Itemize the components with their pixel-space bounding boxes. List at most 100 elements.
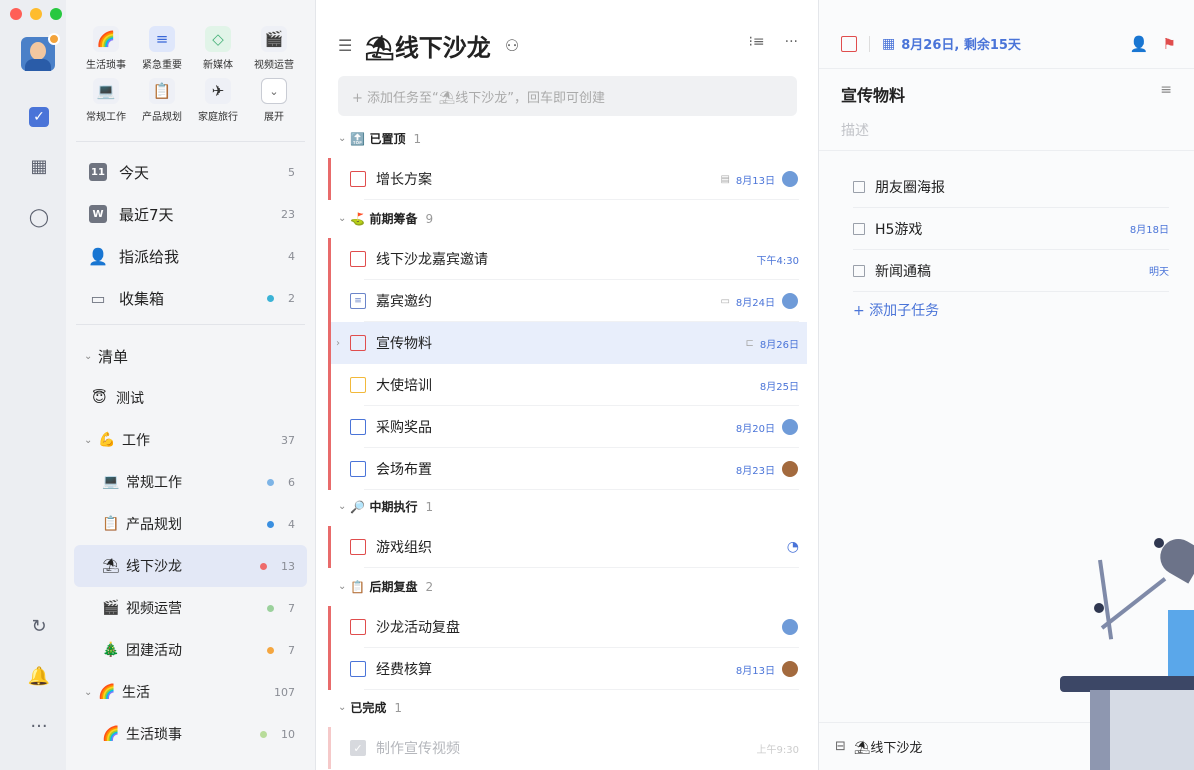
footer-list-name[interactable]: ⛱线下沙龙: [854, 737, 923, 756]
quick-filter[interactable]: ✈ 家庭旅行: [190, 78, 246, 124]
detail-checkbox[interactable]: [841, 35, 857, 52]
subtask-row[interactable]: 新闻通稿 明天: [853, 250, 1169, 292]
smart-list-label: 最近7天: [119, 205, 174, 224]
task-row[interactable]: › 宣传物料 ⊏ 8月26日: [328, 322, 807, 364]
section-header[interactable]: ⌄ ⛳ 前期筹备 9: [338, 210, 433, 227]
task-checkbox[interactable]: [350, 377, 366, 393]
subtask-checkbox[interactable]: [853, 264, 865, 277]
task-name: 宣传物料: [376, 336, 432, 352]
minimize-window-button[interactable]: [30, 8, 42, 20]
task-row[interactable]: ✓ 制作宣传视频 上午9:30: [328, 727, 807, 769]
smart-list-item[interactable]: 11 今天 5: [74, 151, 307, 193]
detail-title[interactable]: 宣传物料: [841, 82, 905, 106]
task-date: 8月13日: [735, 665, 775, 677]
quick-filter[interactable]: 💻 常规工作: [78, 78, 134, 124]
add-subtask-button[interactable]: + 添加子任务: [853, 300, 939, 320]
list-item[interactable]: 📋 产品规划 4: [74, 503, 307, 545]
unread-dot: [267, 294, 274, 302]
tasks-checkbox-icon[interactable]: ✓: [29, 107, 49, 127]
task-checkbox[interactable]: [350, 461, 366, 477]
assignee-avatar: [781, 418, 799, 436]
task-checkbox[interactable]: ≡: [350, 293, 366, 309]
collapse-sidebar-icon[interactable]: ☰: [338, 36, 352, 55]
task-row[interactable]: 经费核算 8月13日: [328, 648, 807, 690]
quick-filter[interactable]: ⌄ 展开: [246, 78, 302, 124]
task-checkbox[interactable]: [350, 335, 366, 351]
task-row[interactable]: 会场布置 8月23日: [328, 448, 807, 490]
task-row[interactable]: 线下沙龙嘉宾邀请 下午4:30: [328, 238, 807, 280]
section-header[interactable]: ⌄ 已完成 1: [338, 699, 402, 716]
add-task-input[interactable]: + 添加任务至“⛱线下沙龙”，回车即可创建: [338, 76, 797, 116]
chevron-right-icon[interactable]: ›: [336, 338, 340, 349]
task-checkbox[interactable]: ✓: [350, 740, 366, 756]
task-checkbox[interactable]: [350, 171, 366, 187]
list-item[interactable]: 😇 测试: [74, 377, 307, 419]
quick-filter[interactable]: 📋 产品规划: [134, 78, 190, 124]
move-list-icon[interactable]: ⊟: [835, 739, 846, 754]
quick-filter[interactable]: 🌈 生活琐事: [78, 26, 134, 72]
section-header[interactable]: ⌄ 🔎 中期执行 1: [338, 498, 433, 515]
list-item[interactable]: 💻 常规工作 6: [74, 461, 307, 503]
share-icon[interactable]: ⚇: [505, 36, 519, 55]
task-meta: [775, 618, 799, 636]
priority-flag-icon[interactable]: ⚑: [1163, 35, 1176, 53]
task-date: 上午9:30: [756, 744, 799, 756]
section-header[interactable]: ⌄ 🔝 已置顶 1: [338, 130, 421, 147]
sync-icon[interactable]: ↻: [28, 615, 50, 637]
divider: [364, 199, 799, 200]
list-item[interactable]: ⌄ 🌈 生活 107: [74, 671, 307, 713]
more-icon[interactable]: ···: [28, 715, 50, 737]
quick-filter-label: 视频运营: [254, 60, 294, 71]
task-meta: ▭ 8月24日: [720, 292, 799, 310]
quick-filter[interactable]: ◇ 新媒体: [190, 26, 246, 72]
task-row[interactable]: ≡ 嘉宾邀约 ▭ 8月24日: [328, 280, 807, 322]
avatar[interactable]: [21, 33, 60, 71]
priority-bar: [328, 280, 331, 322]
task-checkbox[interactable]: [350, 419, 366, 435]
decorative-lamp-joint: [1154, 538, 1164, 548]
close-window-button[interactable]: [10, 8, 22, 20]
count-badge: 4: [288, 249, 295, 263]
subtask-row[interactable]: H5游戏 8月18日: [853, 208, 1169, 250]
bell-icon[interactable]: 🔔: [28, 665, 50, 687]
section-header[interactable]: ⌄ 📋 后期复盘 2: [338, 578, 433, 595]
smart-list-item[interactable]: 👤 指派给我 4: [74, 235, 307, 277]
subtask-checkbox[interactable]: [853, 180, 865, 193]
list-item[interactable]: ⌄ 💪 工作 37: [74, 419, 307, 461]
task-checkbox[interactable]: [350, 539, 366, 555]
task-row[interactable]: 沙龙活动复盘: [328, 606, 807, 648]
list-item[interactable]: 🎄 团建活动 7: [74, 629, 307, 671]
lists-header[interactable]: ⌄ 清单: [74, 335, 307, 377]
task-row[interactable]: 游戏组织 ◔: [328, 526, 807, 568]
task-checkbox[interactable]: [350, 661, 366, 677]
more-icon[interactable]: ···: [785, 34, 798, 50]
list-emoji-icon: 💪: [98, 432, 116, 448]
quick-filter[interactable]: 🎬 视频运营: [246, 26, 302, 72]
smart-list-item[interactable]: ▭ 收集箱 2: [74, 277, 307, 319]
list-item[interactable]: 🌈 生活琐事 10: [74, 713, 307, 755]
due-date[interactable]: 8月26日, 剩余15天: [901, 34, 1130, 53]
count-badge: 13: [281, 559, 295, 573]
quick-filter[interactable]: ≡ 紧急重要: [134, 26, 190, 72]
rainbow-icon: 🌈: [93, 26, 119, 52]
list-item[interactable]: 🎬 视频运营 7: [74, 587, 307, 629]
task-row[interactable]: 大使培训 8月25日: [328, 364, 807, 406]
description-field[interactable]: 描述: [841, 120, 869, 140]
assignee-icon[interactable]: 👤: [1130, 35, 1149, 53]
task-meta: ◔: [781, 539, 799, 555]
calendar-icon[interactable]: ▦: [28, 155, 50, 177]
search-icon[interactable]: ◯: [28, 206, 50, 228]
list-item[interactable]: ⛱ 线下沙龙 13: [74, 545, 307, 587]
task-row[interactable]: 采购奖品 8月20日: [328, 406, 807, 448]
task-checkbox[interactable]: [350, 619, 366, 635]
task-row[interactable]: 增长方案 ▤ 8月13日: [328, 158, 807, 200]
subtask-checkbox[interactable]: [853, 222, 865, 235]
sort-icon[interactable]: ⁝≡: [748, 34, 764, 50]
smart-list-item[interactable]: W 最近7天 23: [74, 193, 307, 235]
subtask-row[interactable]: 朋友圈海报: [853, 166, 1169, 208]
text-format-icon[interactable]: ≡: [1160, 82, 1172, 98]
zoom-window-button[interactable]: [50, 8, 62, 20]
subtask-name: 朋友圈海报: [875, 179, 945, 196]
list-label: 线下沙龙: [126, 559, 182, 575]
task-checkbox[interactable]: [350, 251, 366, 267]
